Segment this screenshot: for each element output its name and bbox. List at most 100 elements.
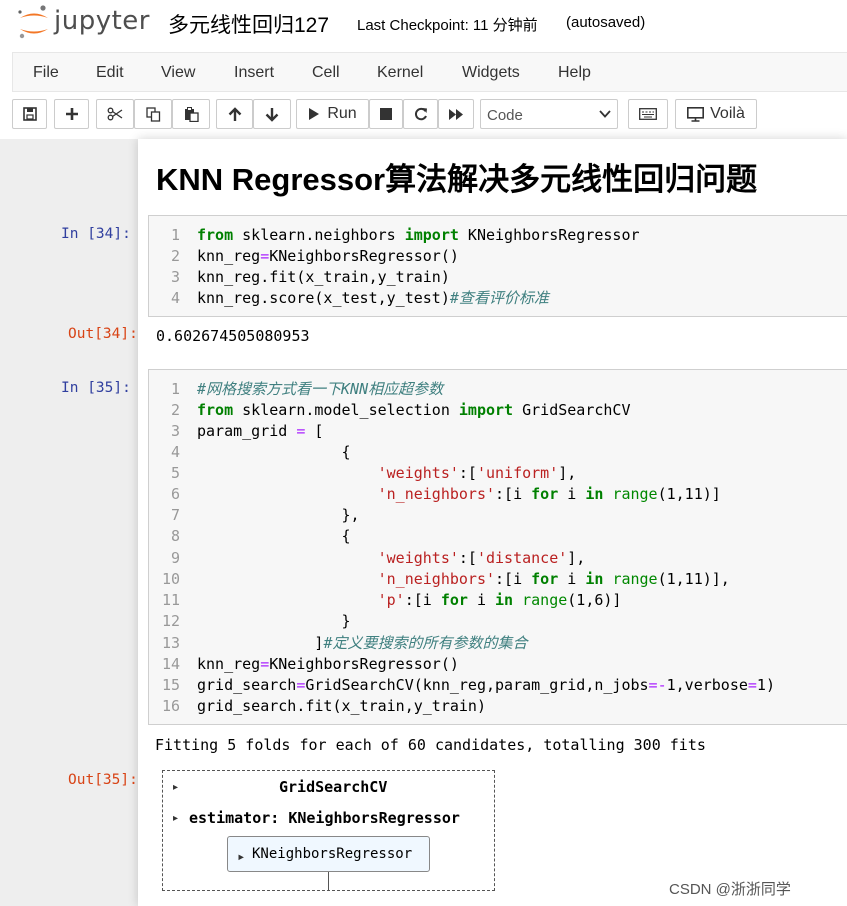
line-number: 16 xyxy=(161,697,180,715)
input-prompt: In [34]: xyxy=(61,226,131,242)
restart-run-all-button[interactable] xyxy=(438,99,474,129)
code-line: 'n_neighbors':[i for i in range(1,11)], xyxy=(377,570,730,588)
line-number: 2 xyxy=(170,401,180,419)
voila-label: Voilà xyxy=(710,105,745,122)
keyboard-icon xyxy=(639,108,657,120)
line-number: 3 xyxy=(170,268,180,286)
menu-cell[interactable]: Cell xyxy=(312,64,340,82)
line-number: 4 xyxy=(170,289,180,307)
line-number: 12 xyxy=(161,612,180,630)
output-prompt: Out[35]: xyxy=(68,772,138,788)
arrow-up-icon xyxy=(228,106,241,121)
code-line: from sklearn.neighbors import KNeighbors… xyxy=(197,226,640,244)
menubar: File Edit View Insert Cell Kernel Widget… xyxy=(12,52,847,92)
line-number: 15 xyxy=(161,676,180,694)
code-line: param_grid = [ xyxy=(197,422,324,440)
move-down-button[interactable] xyxy=(253,99,291,129)
scissors-icon xyxy=(107,107,123,121)
menu-insert[interactable]: Insert xyxy=(234,64,274,82)
interrupt-button[interactable] xyxy=(369,99,403,129)
line-number: 1 xyxy=(170,380,180,398)
menu-edit[interactable]: Edit xyxy=(96,64,124,82)
copy-button[interactable] xyxy=(134,99,172,129)
stop-icon xyxy=(380,108,392,120)
code-line: 'weights':['distance'], xyxy=(377,549,586,567)
code-line: { xyxy=(197,443,351,461)
code-line: }, xyxy=(197,506,360,524)
line-number: 4 xyxy=(170,443,180,461)
cell-type-value: Code xyxy=(487,107,523,124)
line-number: 10 xyxy=(161,570,180,588)
caret-right-icon: ▸ xyxy=(237,849,246,865)
code-line: { xyxy=(197,527,351,545)
menu-widgets[interactable]: Widgets xyxy=(462,64,520,82)
input-prompt: In [35]: xyxy=(61,380,131,396)
jupyter-logo-icon[interactable] xyxy=(17,4,51,42)
paste-button[interactable] xyxy=(172,99,210,129)
code-line: ]#定义要搜索的所有参数的集合 xyxy=(197,634,528,652)
copy-icon xyxy=(145,106,160,122)
menu-view[interactable]: View xyxy=(161,64,195,82)
menu-help[interactable]: Help xyxy=(558,64,591,82)
restart-icon xyxy=(414,107,427,121)
play-icon xyxy=(309,108,320,120)
code-line: knn_reg.score(x_test,y_test)#查看评价标准 xyxy=(197,289,549,307)
estimator-toggle[interactable]: ▸ KNeighborsRegressor xyxy=(227,836,430,872)
header: jupyter 多元线性回归127 Last Checkpoint: 11 分钟… xyxy=(0,0,847,47)
code-line: 'weights':['uniform'], xyxy=(377,464,577,482)
gridsearchcv-label[interactable]: GridSearchCV xyxy=(279,778,387,796)
fast-forward-icon xyxy=(449,108,463,120)
code-line: knn_reg=KNeighborsRegressor() xyxy=(197,247,459,265)
cut-button[interactable] xyxy=(96,99,134,129)
notebook-title[interactable]: 多元线性回归127 xyxy=(168,9,329,39)
restart-button[interactable] xyxy=(403,99,438,129)
line-number: 13 xyxy=(161,634,180,652)
code-line: from sklearn.model_selection import Grid… xyxy=(197,401,631,419)
stdout-output: Fitting 5 folds for each of 60 candidate… xyxy=(155,736,706,754)
menu-kernel[interactable]: Kernel xyxy=(377,64,423,82)
run-button[interactable]: Run xyxy=(296,99,369,129)
paste-icon xyxy=(184,106,199,122)
save-icon xyxy=(22,107,37,121)
code-line: } xyxy=(197,612,351,630)
output-prompt: Out[34]: xyxy=(68,326,138,342)
code-line: knn_reg=KNeighborsRegressor() xyxy=(197,655,459,673)
markdown-heading: KNN Regressor算法解决多元线性回归问题 xyxy=(156,162,758,197)
move-up-button[interactable] xyxy=(216,99,253,129)
logo-text: jupyter xyxy=(54,6,150,36)
line-number: 14 xyxy=(161,655,180,673)
line-number: 8 xyxy=(170,527,180,545)
command-palette-button[interactable] xyxy=(628,99,668,129)
estimator-name: KNeighborsRegressor xyxy=(252,846,413,862)
code-line: 'p':[i for i in range(1,6)] xyxy=(377,591,622,609)
caret-right-icon[interactable]: ▸ xyxy=(173,813,178,824)
line-number: 11 xyxy=(161,591,180,609)
voila-button[interactable]: Voilà xyxy=(675,99,757,129)
connector-line xyxy=(328,872,329,890)
line-number: 6 xyxy=(170,485,180,503)
code-line: grid_search=GridSearchCV(knn_reg,param_g… xyxy=(197,676,775,694)
caret-right-icon[interactable]: ▸ xyxy=(173,782,178,793)
code-line: #网格搜索方式看一下KNN相应超参数 xyxy=(197,380,444,398)
arrow-down-icon xyxy=(265,107,279,122)
checkpoint-status: Last Checkpoint: 11 分钟前 xyxy=(357,17,538,34)
save-button[interactable] xyxy=(12,99,47,129)
insert-cell-button[interactable] xyxy=(54,99,89,129)
line-number: 2 xyxy=(170,247,180,265)
code-line: knn_reg.fit(x_train,y_train) xyxy=(197,268,450,286)
code-line: grid_search.fit(x_train,y_train) xyxy=(197,697,486,715)
autosave-status: (autosaved) xyxy=(566,14,646,31)
line-number: 7 xyxy=(170,506,180,524)
line-number: 1 xyxy=(170,226,180,244)
menu-file[interactable]: File xyxy=(33,64,59,82)
run-label: Run xyxy=(327,105,357,122)
chevron-down-icon xyxy=(599,110,611,118)
cell-output: 0.602674505080953 xyxy=(156,327,310,345)
estimator-param-label[interactable]: estimator: KNeighborsRegressor xyxy=(189,809,460,827)
watermark: CSDN @浙浙同学 xyxy=(669,881,791,898)
line-number: 9 xyxy=(170,549,180,567)
monitor-icon xyxy=(687,106,705,122)
cell-type-select[interactable]: Code xyxy=(480,99,618,129)
code-line: 'n_neighbors':[i for i in range(1,11)] xyxy=(377,485,721,503)
line-number: 3 xyxy=(170,422,180,440)
